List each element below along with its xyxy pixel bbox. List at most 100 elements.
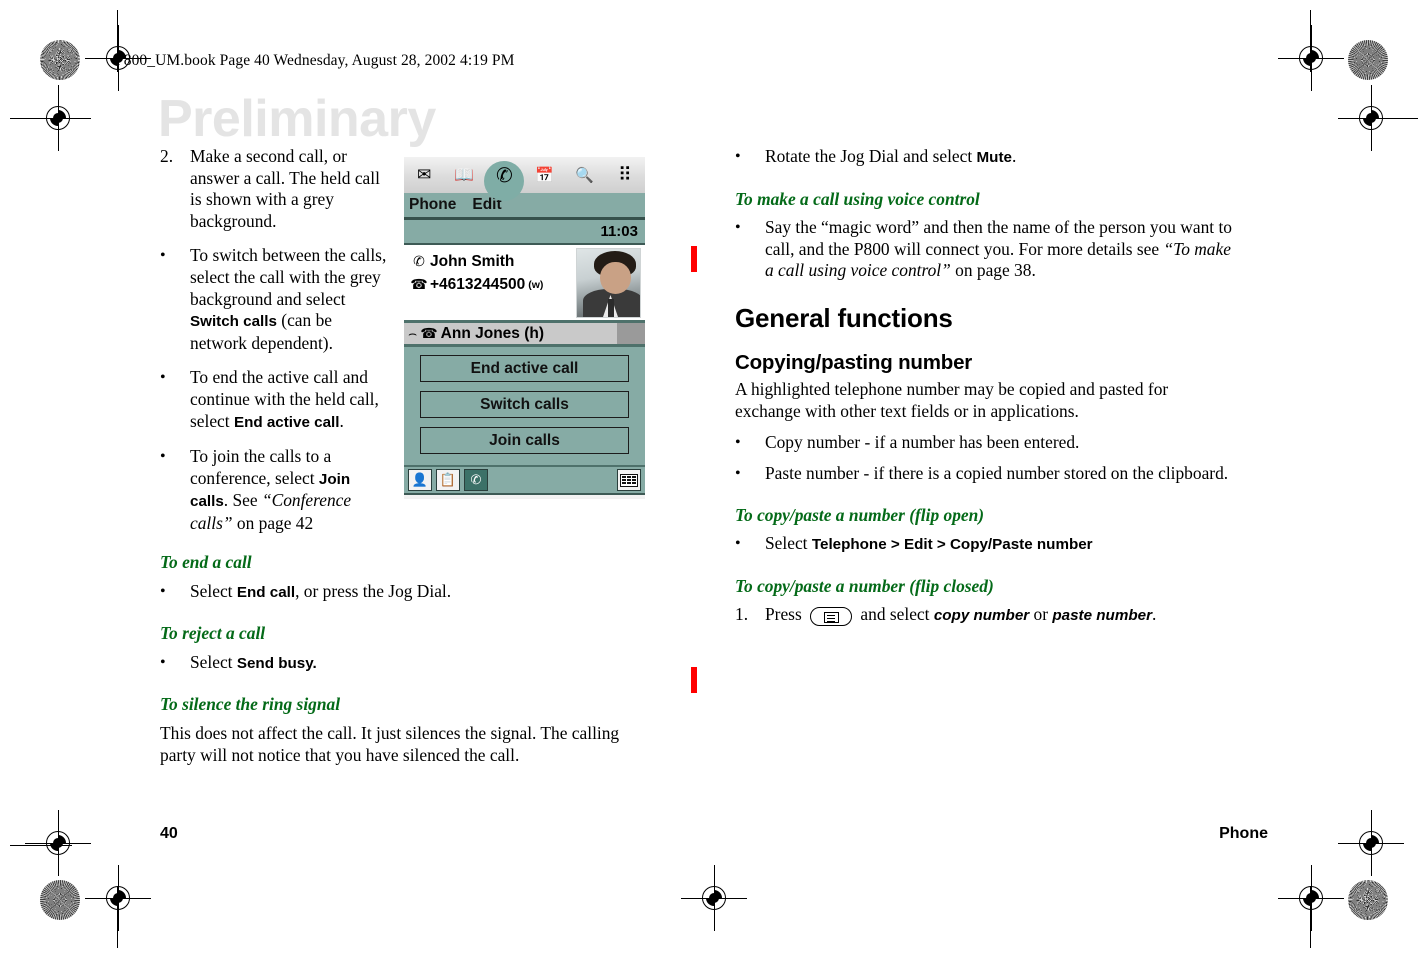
hold-icon: ⌢ — [408, 325, 418, 341]
left-column-wide: To end a call • Select End call, or pres… — [160, 552, 630, 776]
bullet-flip-open-select: • Select Telephone > Edit > Copy/Paste n… — [735, 533, 1235, 556]
p800-phone-screenshot: ✉ 📖 ✆ 📅 🔍 ⠿ Phone Edit 11:03 ✆ John Smit… — [404, 157, 645, 499]
list-glyph: 📋 — [439, 472, 457, 487]
step-1-text-mid: and select — [856, 604, 934, 625]
bullet-text-post: , or press the Jog Dial. — [295, 580, 452, 601]
step-1-text-or: or — [1029, 604, 1053, 625]
registration-mark-right-upper — [1338, 85, 1404, 151]
step-1-text-post: . — [1151, 604, 1157, 625]
heading-flip-closed: To copy/paste a number (flip closed) — [735, 575, 994, 596]
bullet-text: Copy number - if a number has been enter… — [765, 432, 1080, 453]
bullet-text-pre: To join the calls to a conference, selec… — [190, 446, 332, 488]
book-header-line: P800_UM.book Page 40 Wednesday, August 2… — [115, 52, 515, 69]
clock-time: 11:03 — [600, 223, 638, 240]
tab-search[interactable]: 🔍 — [565, 157, 605, 193]
bullet-marker: • — [160, 582, 166, 600]
halftone-star-top-right — [1348, 40, 1388, 80]
active-call-number-row: ☎ +4613244500 (w) — [408, 273, 576, 296]
bullet-text-pre: To switch between the calls, select the … — [190, 245, 387, 309]
handset-icon: ✆ — [496, 164, 513, 187]
bullet-marker: • — [160, 247, 166, 265]
held-call-row[interactable]: ⌢ ☎ Ann Jones (h) — [404, 323, 645, 347]
heading-voice-control: To make a call using voice control — [735, 188, 980, 209]
scrollbar-thumb[interactable] — [617, 323, 645, 344]
footer-page-number: 40 — [160, 825, 178, 842]
bullet-marker: • — [735, 148, 741, 165]
bullet-marker: • — [160, 369, 166, 387]
registration-mark-top-right — [1278, 25, 1344, 91]
active-call-panel[interactable]: ✆ John Smith ☎ +4613244500 (w) — [404, 245, 645, 323]
bullet-text-pre: Select — [190, 580, 237, 601]
bullet-join-calls: • To join the calls to a conference, sel… — [160, 446, 390, 534]
keypad-glyph — [620, 473, 638, 487]
tab-messaging[interactable]: ✉ — [404, 157, 444, 193]
change-bar-flip-closed — [691, 667, 697, 693]
bullet-switch-calls: • To switch between the calls, select th… — [160, 245, 390, 354]
tab-phone[interactable]: ✆ — [484, 157, 524, 193]
right-column: • Rotate the Jog Dial and select Mute. T… — [735, 146, 1235, 636]
bullet-marker: • — [160, 653, 166, 671]
person-glyph: 👤 — [411, 472, 429, 487]
end-active-call-button[interactable]: End active call — [420, 355, 629, 382]
halftone-star-bottom-left — [40, 880, 80, 920]
bullet-voice-control: • Say the “magic word” and then the name… — [735, 217, 1235, 282]
keypad-icon[interactable] — [617, 469, 641, 491]
join-calls-button[interactable]: Join calls — [420, 427, 629, 454]
copy-paste-body: A highlighted telephone number may be co… — [735, 379, 1169, 421]
bullet-marker: • — [160, 448, 166, 466]
tab-contacts[interactable]: 📖 — [444, 157, 484, 193]
ui-label-switch-calls: Switch calls — [190, 313, 277, 331]
bullet-text-post: . — [1011, 146, 1017, 166]
add-contact-icon[interactable]: 👤 — [408, 469, 432, 491]
menu-key-icon — [810, 606, 853, 626]
bullet-text-post: on page 38. — [950, 260, 1036, 281]
left-column-narrow: 2. Make a second call, or answer a call.… — [160, 146, 390, 548]
bullet-text: Paste number - if there is a copied numb… — [765, 462, 1229, 483]
menu-item-phone[interactable]: Phone — [409, 196, 456, 214]
active-call-name-row: ✆ John Smith — [408, 250, 576, 273]
bullet-end-active-call: • To end the active call and continue wi… — [160, 367, 390, 433]
footer-chapter-name: Phone — [1219, 825, 1268, 842]
halftone-star-top-left — [40, 40, 80, 80]
registration-mark-bottom-right — [1278, 865, 1344, 931]
bullet-marker: • — [735, 219, 741, 237]
phone-tab-bar[interactable]: ✉ 📖 ✆ 📅 🔍 ⠿ — [404, 157, 645, 193]
bullet-send-busy: • Select Send busy. — [160, 652, 630, 675]
active-call-number-type: (w) — [528, 278, 544, 291]
calendar-icon: 📅 — [535, 167, 554, 184]
switch-calls-button[interactable]: Switch calls — [420, 391, 629, 418]
held-call-label: Ann Jones (h) — [440, 324, 545, 342]
change-bar-voice-control — [691, 246, 697, 272]
heading-copying-pasting-number: Copying/pasting number — [735, 350, 973, 374]
bullet-marker: • — [735, 434, 741, 452]
bullet-end-call: • Select End call, or press the Jog Dial… — [160, 581, 630, 604]
heading-to-reject-a-call: To reject a call — [160, 623, 266, 644]
heading-general-functions: General functions — [735, 302, 953, 333]
telephone-icon: ☎ — [410, 276, 428, 292]
phone-menu-bar[interactable]: Phone Edit — [404, 193, 645, 220]
handset-icon: ✆ — [413, 253, 425, 269]
telephone-icon: ☎ — [420, 325, 438, 341]
ui-menu-path-copy-paste: Telephone > Edit > Copy/Paste number — [811, 536, 1093, 554]
handset-view-icon[interactable]: ✆ — [464, 469, 488, 491]
registration-mark-bottom-left — [85, 865, 151, 931]
bullet-marker: • — [735, 535, 741, 553]
bullet-text-post: . See — [223, 490, 262, 511]
contact-photo — [576, 248, 641, 318]
handset-glyph: ✆ — [470, 472, 482, 487]
bullet-text-post: . — [339, 410, 344, 431]
active-call-name: John Smith — [430, 252, 515, 270]
ui-label-end-active-call: End active call — [233, 413, 340, 431]
phone-status-bar: ✆ — [404, 495, 645, 499]
tab-apps[interactable]: ⠿ — [605, 157, 645, 193]
step-1-marker: 1. — [735, 604, 749, 625]
book-icon: 📖 — [454, 167, 475, 184]
envelope-icon: ✉ — [416, 165, 432, 184]
call-list-icon[interactable]: 📋 — [436, 469, 460, 491]
registration-mark-left-upper — [25, 85, 91, 151]
page-footer: 40 Phone — [160, 825, 1268, 843]
call-action-buttons: End active call Switch calls Join calls — [404, 347, 645, 467]
bullet-mute: • Rotate the Jog Dial and select Mute. — [735, 146, 1235, 169]
tab-calendar[interactable]: 📅 — [525, 157, 565, 193]
ui-label-send-busy: Send busy. — [236, 654, 317, 672]
